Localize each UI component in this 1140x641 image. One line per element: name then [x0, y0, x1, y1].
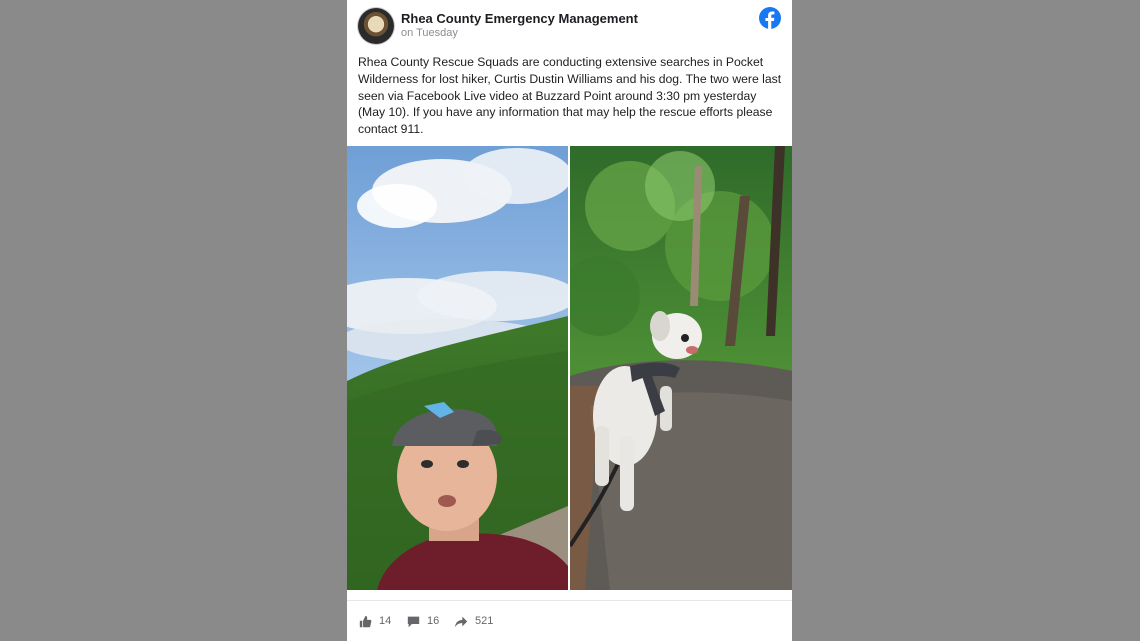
like-action[interactable]: 14 — [359, 613, 391, 629]
like-count: 14 — [379, 615, 392, 627]
facebook-logo-icon[interactable] — [759, 7, 781, 29]
comment-count: 16 — [427, 615, 440, 627]
post-text: Rhea County Rescue Squads are conducting… — [358, 55, 782, 137]
dog-photo[interactable] — [570, 146, 792, 590]
post-actions-bar: 14 16 521 — [347, 600, 792, 639]
comment-icon — [407, 616, 420, 627]
thumbs-up-icon — [359, 615, 372, 627]
share-arrow-icon — [455, 616, 468, 627]
share-action[interactable]: 521 — [455, 613, 493, 629]
facebook-post: Rhea County Emergency Management on Tues… — [347, 0, 792, 641]
comment-action[interactable]: 16 — [407, 613, 439, 629]
page-name[interactable]: Rhea County Emergency Management — [401, 11, 638, 26]
post-header: Rhea County Emergency Management on Tues… — [347, 0, 792, 48]
post-timestamp[interactable]: on Tuesday — [401, 27, 458, 39]
share-count: 521 — [475, 615, 494, 627]
page-avatar[interactable] — [358, 8, 394, 44]
selfie-photo[interactable] — [347, 146, 568, 590]
